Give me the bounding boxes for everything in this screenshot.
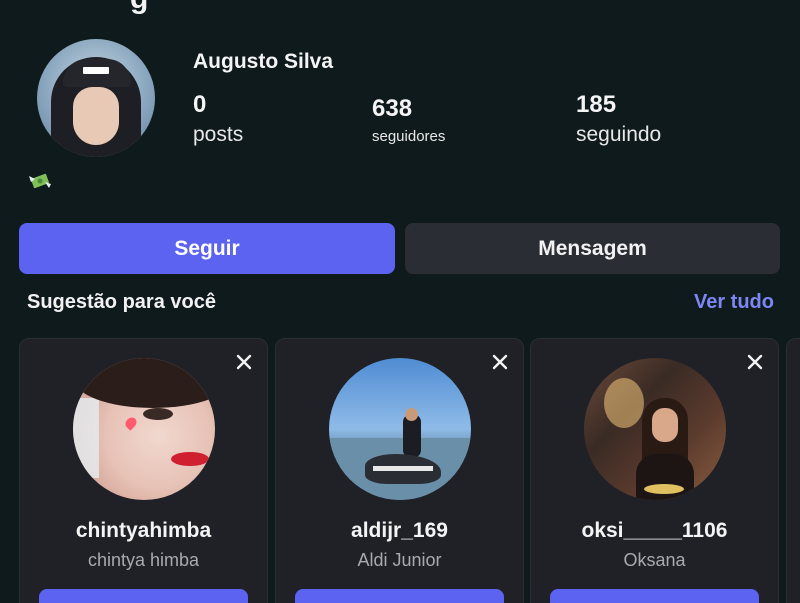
follow-button[interactable]: Seguir	[19, 223, 395, 274]
page-title-fragment: g	[130, 0, 148, 16]
following-count: 185	[576, 91, 617, 118]
suggestion-follow-button[interactable]	[295, 589, 504, 603]
suggestion-username[interactable]: oksi_____1106	[531, 519, 778, 543]
suggestion-card[interactable]: aldijr_169 Aldi Junior	[275, 338, 524, 603]
suggestion-card[interactable]: oksi_____1106 Oksana	[530, 338, 779, 603]
close-icon[interactable]	[233, 351, 255, 373]
posts-stat[interactable]: 0 posts	[193, 91, 243, 147]
suggestions-title: Sugestão para você	[27, 291, 216, 313]
posts-label: posts	[193, 123, 244, 146]
suggestion-username[interactable]: chintyahimba	[20, 519, 267, 543]
suggestion-follow-button[interactable]	[39, 589, 248, 603]
suggestion-full-name: Oksana	[623, 550, 686, 570]
suggestion-avatar[interactable]	[73, 358, 215, 500]
suggestion-avatar[interactable]	[329, 358, 471, 500]
following-stat[interactable]: 185 seguindo	[576, 91, 661, 147]
see-all-link[interactable]: Ver tudo	[694, 291, 774, 314]
posts-count: 0	[193, 91, 207, 118]
suggestion-card-partial[interactable]	[786, 338, 800, 603]
suggestion-full-name: chintya himba	[87, 550, 200, 570]
followers-count: 638	[372, 95, 413, 122]
profile-name: Augusto Silva	[193, 50, 334, 73]
suggestion-username[interactable]: aldijr_169	[276, 519, 523, 543]
profile-avatar[interactable]	[37, 39, 155, 157]
following-label: seguindo	[576, 123, 662, 146]
close-icon[interactable]	[744, 351, 766, 373]
suggestion-card[interactable]: chintyahimba chintya himba	[19, 338, 268, 603]
followers-stat[interactable]: 638 seguidores	[372, 95, 445, 145]
close-icon[interactable]	[489, 351, 511, 373]
message-button[interactable]: Mensagem	[405, 223, 780, 274]
suggestion-avatar[interactable]	[584, 358, 726, 500]
money-with-wings-icon	[29, 173, 51, 189]
followers-label: seguidores	[372, 128, 446, 145]
suggestion-follow-button[interactable]	[550, 589, 759, 603]
suggestion-full-name: Aldi Junior	[357, 550, 442, 570]
